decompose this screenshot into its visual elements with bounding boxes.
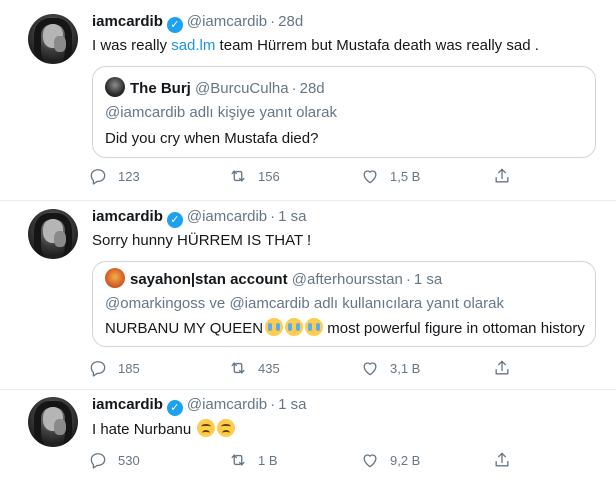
avatar[interactable]: [28, 14, 78, 64]
tweet-actions: 185 435 3,1 B: [88, 358, 518, 378]
quoted-display-name: The Burj: [130, 80, 191, 97]
quoted-tweet-text: Did you cry when Mustafa died?: [105, 130, 319, 147]
tweet-actions: 530 1 B 9,2 B: [88, 450, 518, 470]
loudly-crying-face-emoji: [285, 318, 304, 336]
replying-to: @omarkingoss ve @iamcardib adlı kullanıc…: [105, 295, 504, 312]
tweet-actions: 123 156 1,5 B: [88, 166, 518, 186]
timestamp[interactable]: 1 sa: [278, 208, 306, 225]
quoted-tweet-header: The Burj @BurcuCulha · 28d: [105, 77, 325, 99]
heart-icon: [363, 362, 377, 376]
quoted-timestamp: 28d: [299, 80, 325, 97]
loudly-crying-face-emoji: [305, 318, 324, 336]
like-count: 3,1 B: [390, 360, 421, 376]
reply-button[interactable]: 123: [88, 166, 140, 186]
share-icon: [495, 168, 509, 183]
separator-dot: ·: [291, 80, 297, 97]
quoted-tweet[interactable]: The Burj @BurcuCulha · 28d @iamcardib adlı…: [92, 66, 596, 158]
retweet-button[interactable]: 156: [228, 166, 280, 186]
retweet-button[interactable]: 435: [228, 358, 280, 378]
quoted-user-handle: @BurcuCulha: [195, 80, 289, 97]
share-icon: [495, 360, 509, 375]
share-button[interactable]: [492, 450, 522, 470]
quoted-text-part: most powerful figure in ottoman history: [323, 320, 585, 337]
retweet-count: 156: [258, 168, 280, 184]
pensive-face-emoji: [217, 419, 236, 437]
reply-button[interactable]: 185: [88, 358, 140, 378]
retweet-icon: [231, 362, 245, 374]
tweet-link[interactable]: sad.lm: [171, 37, 215, 54]
tweet-text: I was really sad.lm team Hürrem but Must…: [92, 36, 539, 56]
share-button[interactable]: [492, 358, 522, 378]
heart-icon: [363, 170, 377, 184]
reply-icon: [90, 361, 106, 377]
tweet-3[interactable]: iamcardib ✓ @iamcardib · 1 sa I hate Nurbanu…: [0, 390, 616, 488]
quoted-text-part: NURBANU MY QUEEN: [105, 320, 264, 337]
tweet-text: Sorry hunny HÜRREM IS THAT !: [92, 232, 312, 249]
like-button[interactable]: 1,5 B: [360, 166, 420, 186]
display-name[interactable]: iamcardib: [92, 208, 163, 225]
like-button[interactable]: 3,1 B: [360, 358, 420, 378]
like-count: 1,5 B: [390, 168, 421, 184]
user-handle[interactable]: @iamcardib: [187, 396, 267, 413]
tweet-text: I hate Nurbanu: [92, 419, 236, 440]
share-button[interactable]: [492, 166, 522, 186]
pensive-face-emoji: [197, 419, 216, 437]
separator-dot: ·: [270, 396, 276, 413]
quoted-tweet-text: NURBANU MY QUEEN most powerful figure in…: [105, 318, 585, 339]
separator-dot: ·: [270, 208, 276, 225]
quoted-avatar: [105, 268, 125, 288]
user-handle[interactable]: @iamcardib: [187, 208, 267, 225]
quoted-tweet[interactable]: sayahon|stan account @afterhoursstan · 1 s…: [92, 261, 596, 347]
retweet-icon: [231, 454, 245, 466]
loudly-crying-face-emoji: [265, 318, 284, 336]
tweet-header: iamcardib ✓ @iamcardib · 1 sa: [92, 207, 307, 228]
tweet-text-part: I hate Nurbanu: [92, 421, 192, 438]
reply-button[interactable]: 530: [88, 450, 140, 470]
retweet-button[interactable]: 1 B: [228, 450, 278, 470]
user-handle[interactable]: @iamcardib: [187, 13, 267, 30]
quoted-tweet-header: sayahon|stan account @afterhoursstan · 1 s…: [105, 268, 442, 290]
tweet-text-part: I was really: [92, 37, 172, 54]
share-icon: [495, 452, 509, 467]
reply-count: 530: [118, 452, 140, 468]
verified-badge-icon: ✓: [166, 400, 183, 416]
reply-icon: [90, 169, 106, 185]
avatar[interactable]: [28, 209, 78, 259]
reply-count: 123: [118, 168, 140, 184]
quoted-user-handle: @afterhoursstan: [291, 271, 403, 288]
tweet-2[interactable]: iamcardib ✓ @iamcardib · 1 sa Sorry hunny HÜ…: [0, 201, 616, 390]
display-name[interactable]: iamcardib: [92, 396, 163, 413]
tweet-feed: iamcardib ✓ @iamcardib · 28d I was really sa…: [0, 0, 616, 488]
verified-badge-icon: ✓: [166, 17, 183, 33]
tweet-text-part: team Hürrem but Mustafa death was really…: [215, 37, 539, 54]
quoted-display-name: sayahon|stan account: [130, 271, 288, 288]
quoted-avatar: [105, 77, 125, 97]
timestamp[interactable]: 28d: [278, 13, 303, 30]
retweet-count: 435: [258, 360, 280, 376]
retweet-icon: [231, 170, 245, 182]
reply-icon: [90, 453, 106, 469]
reply-count: 185: [118, 360, 140, 376]
like-button[interactable]: 9,2 B: [360, 450, 420, 470]
separator-dot: ·: [405, 271, 411, 288]
quoted-timestamp: 1 sa: [413, 271, 443, 288]
replying-to: @iamcardib adlı kişiye yanıt olarak: [105, 104, 337, 121]
separator-dot: ·: [270, 13, 276, 30]
display-name[interactable]: iamcardib: [92, 13, 163, 30]
retweet-count: 1 B: [258, 452, 278, 468]
tweet-1[interactable]: iamcardib ✓ @iamcardib · 28d I was really sa…: [0, 0, 616, 201]
avatar[interactable]: [28, 397, 78, 447]
tweet-header: iamcardib ✓ @iamcardib · 28d: [92, 12, 303, 33]
heart-icon: [363, 454, 377, 468]
tweet-header: iamcardib ✓ @iamcardib · 1 sa: [92, 395, 307, 416]
timestamp[interactable]: 1 sa: [278, 396, 306, 413]
like-count: 9,2 B: [390, 452, 421, 468]
verified-badge-icon: ✓: [166, 212, 183, 228]
